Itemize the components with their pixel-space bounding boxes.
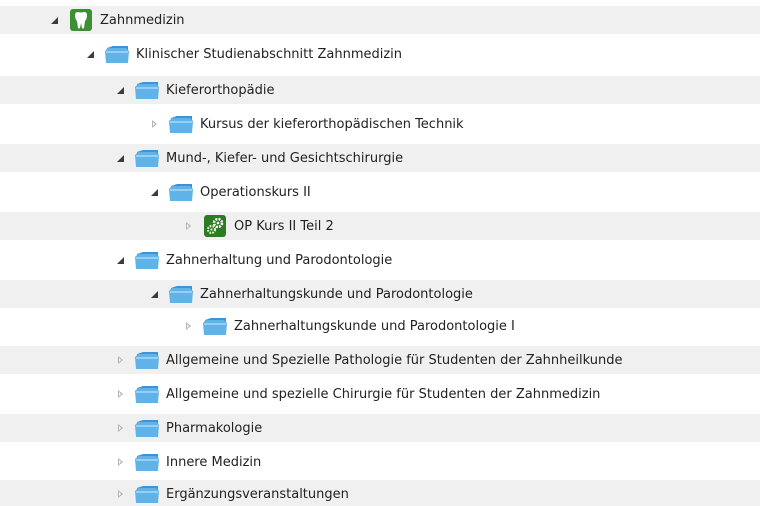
collapse-arrow-icon[interactable] [112,352,128,368]
tree-item-mund-kiefer-gesichtschirurgie[interactable]: Mund-, Kiefer- und Gesichtschirurgie [0,144,760,172]
tree-item-label: Mund-, Kiefer- und Gesichtschirurgie [166,150,404,166]
tree-item-label: Zahnerhaltung und Parodontologie [166,252,393,268]
gears-icon [202,215,228,237]
collapse-arrow-icon[interactable] [112,486,128,502]
collapse-arrow-icon[interactable] [180,218,196,234]
tree-item-allgemeine-spezielle-pathologie[interactable]: Allgemeine und Spezielle Pathologie für … [0,346,760,374]
expand-arrow-icon[interactable] [112,82,128,98]
tree-item-label: Innere Medizin [166,454,262,470]
folder-icon [202,315,228,337]
tree-item-label: Kursus der kieferorthopädischen Technik [200,116,464,132]
tree-item-kursus-kieferorthopaedische-technik[interactable]: Kursus der kieferorthopädischen Technik [0,110,760,138]
expand-arrow-icon[interactable] [46,12,62,28]
tree-item-label: Kieferorthopädie [166,82,275,98]
folder-icon [168,283,194,305]
tree-item-label: Operationskurs II [200,184,311,200]
tree-item-label: Ergänzungsveranstaltungen [166,486,349,502]
folder-icon [134,79,160,101]
expand-arrow-icon[interactable] [146,286,162,302]
folder-icon [134,147,160,169]
collapse-arrow-icon[interactable] [112,454,128,470]
tree-item-zahnerhaltungskunde-parodontologie-i[interactable]: Zahnerhaltungskunde und Parodontologie I [0,312,760,340]
tree-item-label: Zahnmedizin [100,12,185,28]
folder-icon [134,483,160,505]
expand-arrow-icon[interactable] [112,150,128,166]
folder-icon [134,451,160,473]
tree-item-pharmakologie[interactable]: Pharmakologie [0,414,760,442]
folder-icon [134,383,160,405]
tree-item-zahnerhaltung-parodontologie[interactable]: Zahnerhaltung und Parodontologie [0,246,760,274]
tree-item-zahnmedizin[interactable]: Zahnmedizin [0,6,760,34]
tree-item-label: Allgemeine und Spezielle Pathologie für … [166,352,623,368]
tree-item-ergaenzungsveranstaltungen[interactable]: Ergänzungsveranstaltungen [0,480,760,506]
folder-icon [134,417,160,439]
collapse-arrow-icon[interactable] [112,386,128,402]
tree-item-allgemeine-spezielle-chirurgie[interactable]: Allgemeine und spezielle Chirurgie für S… [0,380,760,408]
tree-item-label: Allgemeine und spezielle Chirurgie für S… [166,386,601,402]
tree-item-kieferorthopaedie[interactable]: Kieferorthopädie [0,76,760,104]
tooth-icon [68,9,94,31]
course-tree: Zahnmedizin Klinischer Studienabschnitt … [0,0,768,506]
tree-item-label: Zahnerhaltungskunde und Parodontologie I [234,318,515,334]
expand-arrow-icon[interactable] [146,184,162,200]
collapse-arrow-icon[interactable] [112,420,128,436]
folder-icon [168,181,194,203]
folder-icon [134,349,160,371]
folder-icon [104,43,130,65]
tree-item-label: Klinischer Studienabschnitt Zahnmedizin [136,46,403,62]
tree-item-innere-medizin[interactable]: Innere Medizin [0,448,760,476]
tree-item-label: Zahnerhaltungskunde und Parodontologie [200,286,473,302]
tree-item-op-kurs-ii-teil-2[interactable]: OP Kurs II Teil 2 [0,212,760,240]
tree-item-label: OP Kurs II Teil 2 [234,218,334,234]
folder-icon [134,249,160,271]
folder-icon [168,113,194,135]
expand-arrow-icon[interactable] [82,46,98,62]
tree-item-operationskurs-ii[interactable]: Operationskurs II [0,178,760,206]
collapse-arrow-icon[interactable] [180,318,196,334]
tree-item-klinischer-studienabschnitt[interactable]: Klinischer Studienabschnitt Zahnmedizin [0,40,760,68]
tree-item-zahnerhaltungskunde-parodontologie[interactable]: Zahnerhaltungskunde und Parodontologie [0,280,760,308]
collapse-arrow-icon[interactable] [146,116,162,132]
tree-item-label: Pharmakologie [166,420,263,436]
expand-arrow-icon[interactable] [112,252,128,268]
